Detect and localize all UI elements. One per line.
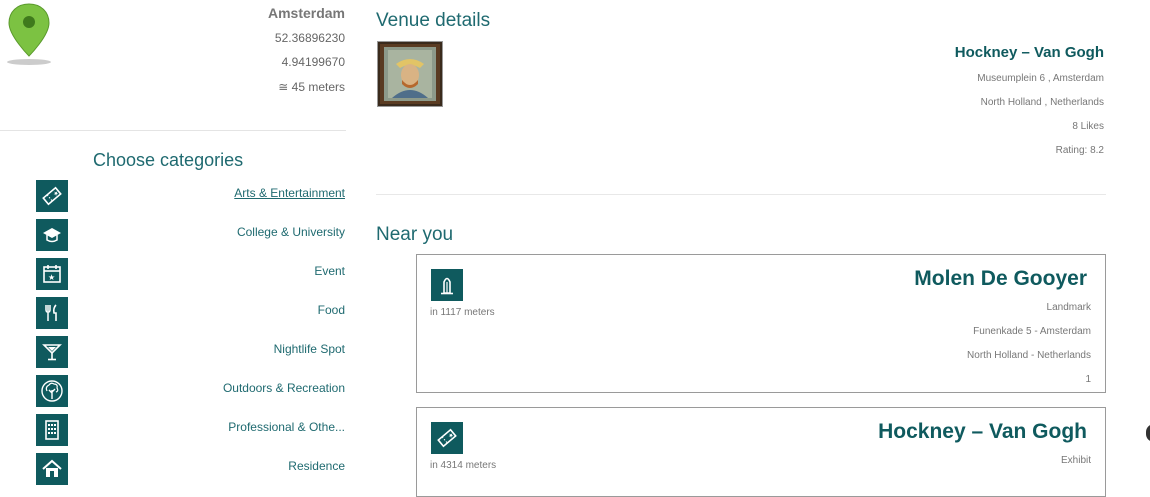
category-event[interactable]: Event: [314, 264, 345, 278]
nearby-category: Landmark: [1046, 302, 1091, 313]
scroll-handle[interactable]: [1146, 424, 1150, 442]
venue-address: Museumplein 6 , Amsterdam: [977, 73, 1104, 84]
near-you-title: Near you: [376, 224, 454, 245]
category-professional-other[interactable]: Professional & Othe...: [228, 420, 345, 434]
location-city: Amsterdam: [267, 5, 345, 21]
calendar-star-icon[interactable]: ★: [36, 258, 68, 290]
nearby-distance: in 4314 meters: [430, 460, 497, 471]
venue-likes: 8 Likes: [1072, 121, 1104, 132]
category-food[interactable]: Food: [318, 303, 345, 317]
venue-photo: [377, 41, 443, 107]
location-accuracy: ≅ 45 meters: [278, 80, 345, 94]
category-nightlife-spot[interactable]: Nightlife Spot: [274, 342, 345, 356]
nearby-extra: 1: [1085, 374, 1091, 385]
nearby-venue-name[interactable]: Molen De Gooyer: [914, 267, 1087, 291]
venue-name[interactable]: Hockney – Van Gogh: [955, 44, 1104, 61]
nearby-venue-name[interactable]: Hockney – Van Gogh: [878, 420, 1087, 444]
monument-icon: [431, 269, 463, 301]
ticket-icon: ★: [431, 422, 463, 454]
nearby-address: Funenkade 5 - Amsterdam: [973, 326, 1091, 337]
venue-details-title: Venue details: [376, 10, 491, 31]
svg-text:★: ★: [447, 431, 456, 440]
svg-text:★: ★: [48, 273, 55, 282]
nearby-venue-card[interactable]: in 1117 meters Molen De Gooyer Landmark …: [416, 254, 1106, 393]
divider: [376, 194, 1106, 195]
ticket-icon[interactable]: ★: [36, 180, 68, 212]
longitude-value: 4.94199670: [281, 55, 345, 69]
location-pin-icon: [7, 3, 51, 65]
venue-region: North Holland , Netherlands: [980, 97, 1104, 108]
nearby-venue-card[interactable]: ★ in 4314 meters Hockney – Van Gogh Exhi…: [416, 407, 1106, 497]
tree-icon[interactable]: [36, 375, 68, 407]
venue-rating: Rating: 8.2: [1055, 145, 1104, 156]
svg-text:★: ★: [52, 189, 61, 198]
nearby-region: North Holland - Netherlands: [967, 350, 1091, 361]
category-outdoors-recreation[interactable]: Outdoors & Recreation: [223, 381, 345, 395]
category-college-university[interactable]: College & University: [237, 225, 345, 239]
home-icon[interactable]: [36, 453, 68, 485]
categories-title: Choose categories: [93, 150, 244, 170]
graduation-cap-icon[interactable]: [36, 219, 68, 251]
fork-knife-icon[interactable]: [36, 297, 68, 329]
cocktail-icon[interactable]: [36, 336, 68, 368]
category-arts-entertainment[interactable]: Arts & Entertainment: [234, 186, 345, 200]
nearby-distance: in 1117 meters: [430, 307, 495, 318]
office-building-icon[interactable]: [36, 414, 68, 446]
latitude-value: 52.36896230: [274, 31, 345, 45]
category-residence[interactable]: Residence: [288, 459, 345, 473]
nearby-category: Exhibit: [1060, 455, 1091, 466]
divider: [0, 130, 346, 131]
